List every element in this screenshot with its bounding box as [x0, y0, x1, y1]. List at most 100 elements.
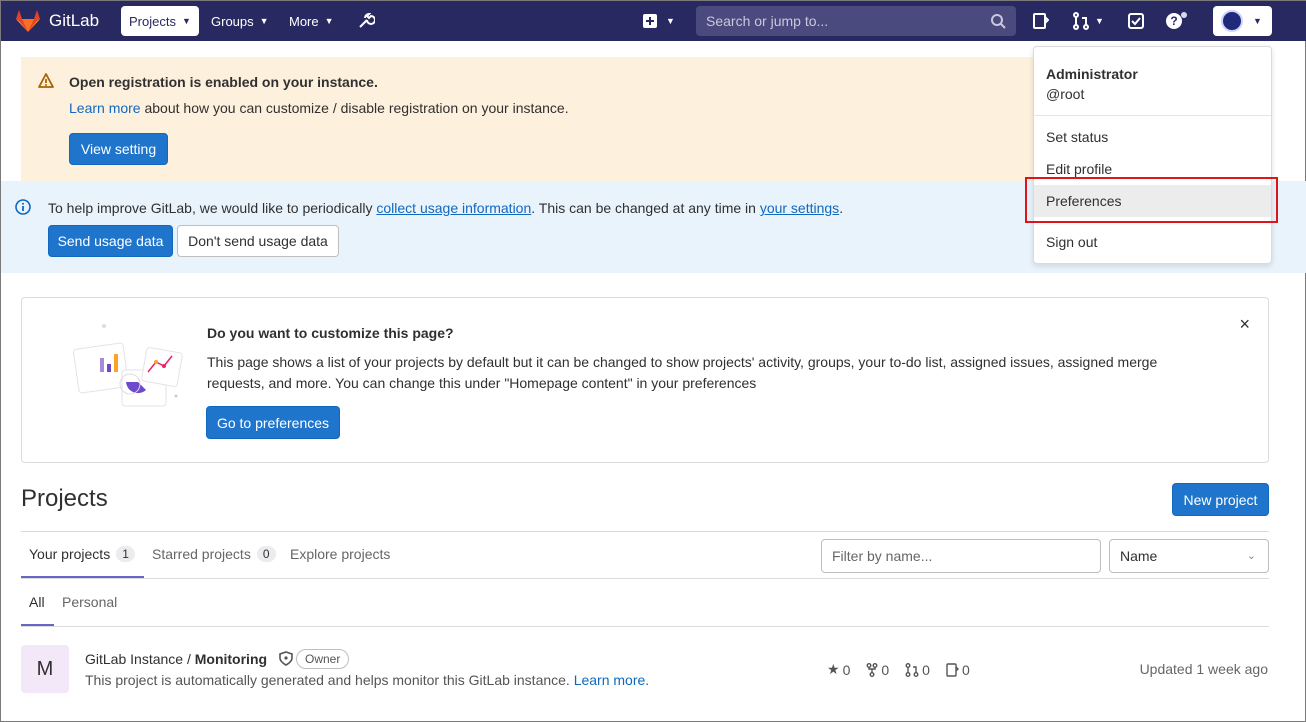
- subtab-personal[interactable]: Personal: [62, 594, 117, 610]
- project-updated-time: Updated 1 week ago: [1139, 661, 1268, 677]
- more-menu-label: More: [289, 13, 319, 29]
- divider: [21, 626, 1269, 627]
- project-namespace: GitLab Instance /: [85, 651, 195, 667]
- tab-label: Your projects: [29, 546, 111, 562]
- forks-stat[interactable]: 0: [866, 661, 889, 678]
- brand-name: GitLab: [49, 11, 100, 30]
- merge-requests-button[interactable]: ▼: [1073, 9, 1104, 33]
- project-name: Monitoring: [194, 651, 268, 667]
- more-menu-button[interactable]: More ▼: [281, 6, 342, 36]
- top-navbar: GitLab Projects ▼ Groups ▼ More ▼ ▼ Sear…: [1, 1, 1306, 41]
- shield-icon: [279, 651, 293, 666]
- projects-menu-label: Projects: [129, 13, 176, 29]
- dont-send-usage-data-button[interactable]: Don't send usage data: [177, 225, 339, 257]
- count-badge: 1: [116, 546, 135, 562]
- stars-stat[interactable]: ★ 0: [827, 661, 850, 678]
- gitlab-logo-icon: [16, 10, 40, 32]
- learn-more-link[interactable]: Learn more: [69, 100, 141, 116]
- page-title: Projects: [21, 485, 108, 512]
- project-stats: ★ 0 0 0 0: [827, 661, 970, 678]
- customize-card-title: Do you want to customize this page?: [207, 325, 454, 341]
- divider: [21, 531, 1269, 532]
- user-username: @root: [1046, 86, 1085, 102]
- todos-icon[interactable]: [1128, 9, 1144, 33]
- filter-by-name-input[interactable]: Filter by name...: [821, 539, 1101, 573]
- count-badge: 0: [256, 546, 276, 562]
- merge-requests-stat[interactable]: 0: [905, 661, 930, 678]
- usage-text-after: .: [839, 200, 844, 216]
- chevron-down-icon: ▼: [181, 16, 191, 26]
- gitlab-home-link[interactable]: GitLab: [15, 9, 99, 33]
- warning-icon: [38, 73, 54, 88]
- search-input[interactable]: Search or jump to...: [696, 6, 1016, 36]
- tab-explore-projects[interactable]: Explore projects: [290, 546, 390, 562]
- chevron-down-icon: ⌄: [1246, 550, 1256, 562]
- new-dropdown-button[interactable]: ▼: [642, 9, 675, 33]
- customize-illustration-icon: [73, 324, 183, 407]
- groups-menu-label: Groups: [211, 13, 254, 29]
- tab-label: Starred projects: [152, 546, 251, 562]
- groups-menu-button[interactable]: Groups ▼: [203, 6, 277, 36]
- divider: [21, 578, 1269, 579]
- merge-request-icon: [1073, 12, 1089, 30]
- avatar: [1221, 10, 1243, 32]
- admin-area-wrench-icon[interactable]: [357, 9, 375, 33]
- go-to-preferences-button[interactable]: Go to preferences: [206, 406, 340, 439]
- project-name-link[interactable]: GitLab Instance / Monitoring: [85, 651, 293, 667]
- user-display-name: Administrator: [1046, 66, 1138, 82]
- send-usage-data-button[interactable]: Send usage data: [48, 225, 173, 257]
- sign-out-menu-item[interactable]: Sign out: [1034, 226, 1271, 258]
- forks-count: 0: [881, 661, 890, 678]
- chevron-down-icon: ▼: [1253, 16, 1262, 26]
- customize-homepage-card: Do you want to customize this page? This…: [21, 297, 1269, 463]
- registration-alert-title: Open registration is enabled on your ins…: [69, 74, 378, 90]
- role-badge: Owner: [296, 649, 350, 669]
- usage-text-middle: . This can be changed at any time in: [531, 200, 760, 216]
- merge-requests-count: 0: [922, 661, 930, 678]
- customize-card-body: This page shows a list of your projects …: [207, 354, 1158, 391]
- project-learn-more-link[interactable]: Learn more.: [574, 672, 649, 688]
- new-project-button[interactable]: New project: [1172, 483, 1269, 516]
- chevron-down-icon: ▼: [324, 16, 334, 26]
- view-setting-button[interactable]: View setting: [69, 133, 168, 165]
- tab-your-projects[interactable]: Your projects 1: [29, 546, 135, 562]
- collect-usage-link[interactable]: collect usage information: [376, 200, 531, 216]
- star-icon: ★: [827, 661, 840, 677]
- usage-data-text: To help improve GitLab, we would like to…: [48, 200, 843, 216]
- highlight-annotation-box: [1025, 177, 1278, 223]
- search-icon: [991, 14, 1006, 29]
- project-avatar[interactable]: M: [21, 645, 69, 693]
- tab-label: Explore projects: [290, 546, 391, 562]
- fork-icon: [866, 662, 878, 677]
- help-button[interactable]: ?: [1165, 9, 1189, 33]
- user-dropdown-menu: Administrator @root Set status Edit prof…: [1033, 46, 1272, 264]
- subtab-all[interactable]: All: [29, 594, 45, 610]
- projects-menu-button[interactable]: Projects ▼: [121, 6, 199, 36]
- chevron-down-icon: ▼: [666, 16, 675, 26]
- issues-icon: [946, 662, 959, 677]
- stars-count: 0: [842, 661, 851, 678]
- svg-text:?: ?: [1170, 14, 1177, 28]
- usage-text-before: To help improve GitLab, we would like to…: [48, 200, 377, 216]
- plus-square-icon: [643, 14, 657, 28]
- set-status-menu-item[interactable]: Set status: [1034, 121, 1271, 153]
- close-icon[interactable]: ×: [1239, 314, 1250, 335]
- search-placeholder: Search or jump to...: [706, 13, 829, 29]
- info-icon: [15, 199, 31, 215]
- sort-dropdown[interactable]: Name ⌄: [1109, 539, 1269, 573]
- help-question-icon: ?: [1166, 12, 1187, 29]
- sort-value: Name: [1120, 548, 1158, 564]
- issues-icon[interactable]: [1033, 9, 1049, 33]
- user-menu-button[interactable]: ▼: [1213, 6, 1272, 36]
- divider: [1034, 115, 1271, 116]
- chevron-down-icon: ▼: [259, 16, 269, 26]
- your-settings-link[interactable]: your settings: [760, 200, 839, 216]
- tab-starred-projects[interactable]: Starred projects 0: [152, 546, 276, 562]
- project-description: This project is automatically generated …: [85, 672, 649, 688]
- merge-request-icon: [905, 662, 919, 677]
- registration-alert-body: Learn more about how you can customize /…: [69, 100, 569, 116]
- issues-stat[interactable]: 0: [946, 661, 970, 678]
- chevron-down-icon: ▼: [1095, 16, 1104, 26]
- registration-alert-text: about how you can customize / disable re…: [140, 100, 569, 116]
- issues-count: 0: [961, 661, 970, 678]
